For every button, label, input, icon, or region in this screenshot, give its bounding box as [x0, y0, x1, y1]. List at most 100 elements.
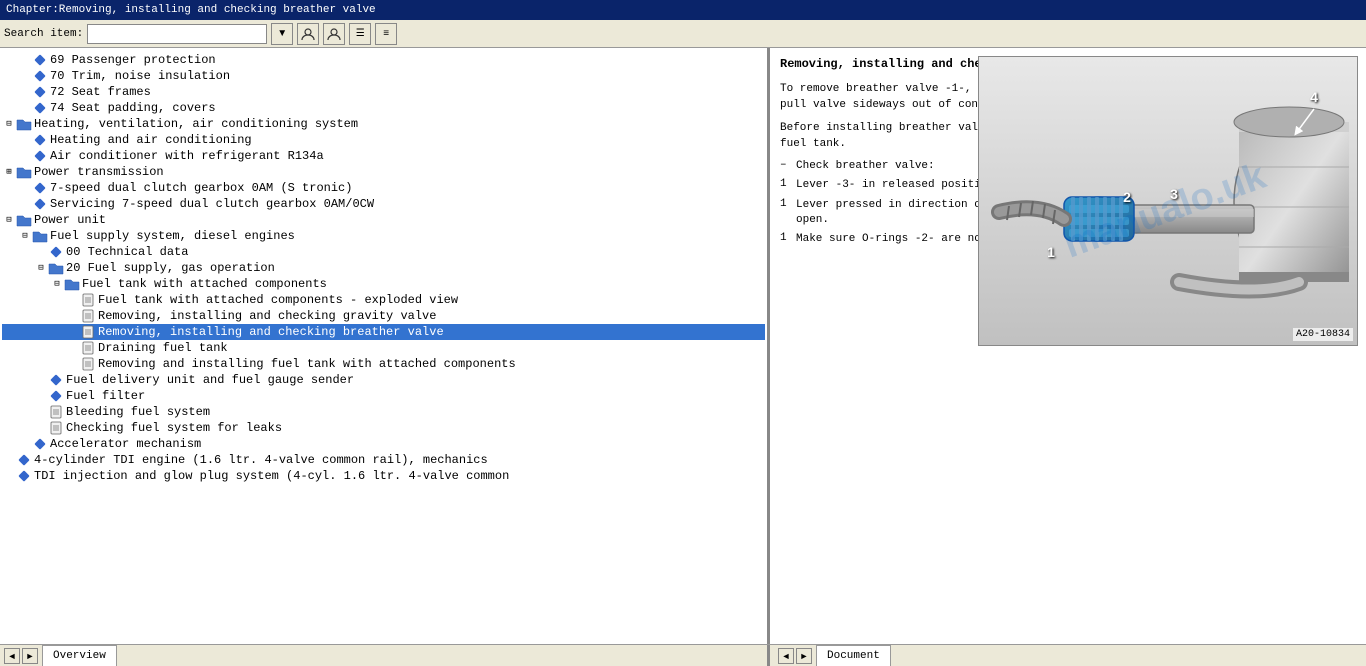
label-t6: Heating and air conditioning — [50, 133, 252, 147]
expander-t1[interactable] — [18, 53, 32, 67]
tree-item-t8[interactable]: ⊞Power transmission — [2, 164, 765, 180]
icon-t22 — [48, 389, 64, 403]
tree-item-t17[interactable]: Removing, installing and checking gravit… — [2, 308, 765, 324]
search-input[interactable] — [87, 24, 267, 44]
tree-item-t13[interactable]: 00 Technical data — [2, 244, 765, 260]
icon-t1 — [32, 53, 48, 67]
expander-t10[interactable] — [18, 197, 32, 211]
icon-t20 — [80, 357, 96, 371]
expander-t15[interactable]: ⊟ — [50, 277, 64, 291]
label-t4: 74 Seat padding, covers — [50, 101, 216, 115]
tree-item-t2[interactable]: 70 Trim, noise insulation — [2, 68, 765, 84]
tree-item-t12[interactable]: ⊟ Fuel supply system, diesel engines — [2, 228, 765, 244]
icon-t25 — [32, 437, 48, 451]
label-t1: 69 Passenger protection — [50, 53, 216, 67]
expander-t27[interactable] — [2, 469, 16, 483]
expander-t23[interactable] — [34, 405, 48, 419]
document-tab[interactable]: Document — [816, 645, 891, 666]
expander-t4[interactable] — [18, 101, 32, 115]
label-t19: Draining fuel tank — [98, 341, 228, 355]
expander-t22[interactable] — [34, 389, 48, 403]
tree-item-t3[interactable]: 72 Seat frames — [2, 84, 765, 100]
expander-t26[interactable] — [2, 453, 16, 467]
icon-t19 — [80, 341, 96, 355]
tree-item-t20[interactable]: Removing and installing fuel tank with a… — [2, 356, 765, 372]
expander-t13[interactable] — [34, 245, 48, 259]
expander-t12[interactable]: ⊟ — [18, 229, 32, 243]
icon-t5 — [16, 117, 32, 131]
label-t2: 70 Trim, noise insulation — [50, 69, 230, 83]
list-btn[interactable]: ☰ — [349, 23, 371, 45]
tree-item-t14[interactable]: ⊟ 20 Fuel supply, gas operation — [2, 260, 765, 276]
tree-item-t27[interactable]: TDI injection and glow plug system (4-cy… — [2, 468, 765, 484]
expander-t8[interactable]: ⊞ — [2, 165, 16, 179]
icon-t14 — [48, 261, 64, 275]
tree-item-t21[interactable]: Fuel delivery unit and fuel gauge sender — [2, 372, 765, 388]
tree-item-t16[interactable]: Fuel tank with attached components - exp… — [2, 292, 765, 308]
tree-item-t10[interactable]: Servicing 7-speed dual clutch gearbox 0A… — [2, 196, 765, 212]
icon-t3 — [32, 85, 48, 99]
icon-t26 — [16, 453, 32, 467]
expander-t24[interactable] — [34, 421, 48, 435]
expander-t20[interactable] — [66, 357, 80, 371]
status-right: ◄ ► Document — [770, 645, 1366, 666]
label-t25: Accelerator mechanism — [50, 437, 201, 451]
tree-item-t4[interactable]: 74 Seat padding, covers — [2, 100, 765, 116]
expander-t3[interactable] — [18, 85, 32, 99]
expander-t5[interactable]: ⊟ — [2, 117, 16, 131]
tree-item-t25[interactable]: Accelerator mechanism — [2, 436, 765, 452]
tree-item-t7[interactable]: Air conditioner with refrigerant R134a — [2, 148, 765, 164]
expander-t2[interactable] — [18, 69, 32, 83]
expander-t7[interactable] — [18, 149, 32, 163]
expander-t17[interactable] — [66, 309, 80, 323]
overview-tab[interactable]: Overview — [42, 645, 117, 666]
user-btn[interactable] — [297, 23, 319, 45]
expander-t18[interactable] — [66, 325, 80, 339]
title-bar: Chapter:Removing, installing and checkin… — [0, 0, 1366, 20]
tree-item-t24[interactable]: Checking fuel system for leaks — [2, 420, 765, 436]
expander-t6[interactable] — [18, 133, 32, 147]
tree-item-t11[interactable]: ⊟ Power unit — [2, 212, 765, 228]
expander-t16[interactable] — [66, 293, 80, 307]
icon-t12 — [32, 229, 48, 243]
search-down-btn[interactable]: ▼ — [271, 23, 293, 45]
icon-t10 — [32, 197, 48, 211]
bullet-1b: 1 — [780, 198, 796, 229]
label-t24: Checking fuel system for leaks — [66, 421, 282, 435]
svg-text:4: 4 — [1310, 89, 1318, 105]
expander-t14[interactable]: ⊟ — [34, 261, 48, 275]
doc-next-btn[interactable]: ► — [796, 648, 812, 664]
icon-t21 — [48, 373, 64, 387]
image-label: A20-10834 — [1293, 328, 1353, 341]
label-t11: Power unit — [34, 213, 106, 227]
scroll-left-btn[interactable]: ◄ — [4, 648, 20, 664]
nav-arrows-left: ◄ ► — [0, 648, 42, 664]
tree-item-t9[interactable]: 7-speed dual clutch gearbox 0AM (S troni… — [2, 180, 765, 196]
expander-t19[interactable] — [66, 341, 80, 355]
tree-item-t26[interactable]: 4-cylinder TDI engine (1.6 ltr. 4-valve … — [2, 452, 765, 468]
tree-container[interactable]: 69 Passenger protection 70 Trim, noise in… — [0, 48, 767, 644]
tree-item-t5[interactable]: ⊟Heating, ventilation, air conditioning … — [2, 116, 765, 132]
label-t12: Fuel supply system, diesel engines — [50, 229, 295, 243]
tree-item-t19[interactable]: Draining fuel tank — [2, 340, 765, 356]
doc-prev-btn[interactable]: ◄ — [778, 648, 794, 664]
expander-t21[interactable] — [34, 373, 48, 387]
menu-btn[interactable]: ≡ — [375, 23, 397, 45]
tree-item-t23[interactable]: Bleeding fuel system — [2, 404, 765, 420]
doc-content: Removing, installing and checking breath… — [770, 48, 1366, 644]
tree-item-t6[interactable]: Heating and air conditioning — [2, 132, 765, 148]
tree-item-t22[interactable]: Fuel filter — [2, 388, 765, 404]
scroll-right-btn[interactable]: ► — [22, 648, 38, 664]
label-t14: 20 Fuel supply, gas operation — [66, 261, 275, 275]
tree-item-t18[interactable]: Removing, installing and checking breath… — [2, 324, 765, 340]
icon-t24 — [48, 421, 64, 435]
tree-item-t1[interactable]: 69 Passenger protection — [2, 52, 765, 68]
expander-t11[interactable]: ⊟ — [2, 213, 16, 227]
tree-item-t15[interactable]: ⊟Fuel tank with attached components — [2, 276, 765, 292]
expander-t25[interactable] — [18, 437, 32, 451]
user2-btn[interactable] — [323, 23, 345, 45]
icon-t13 — [48, 245, 64, 259]
expander-t9[interactable] — [18, 181, 32, 195]
label-t27: TDI injection and glow plug system (4-cy… — [34, 469, 509, 483]
icon-t4 — [32, 101, 48, 115]
